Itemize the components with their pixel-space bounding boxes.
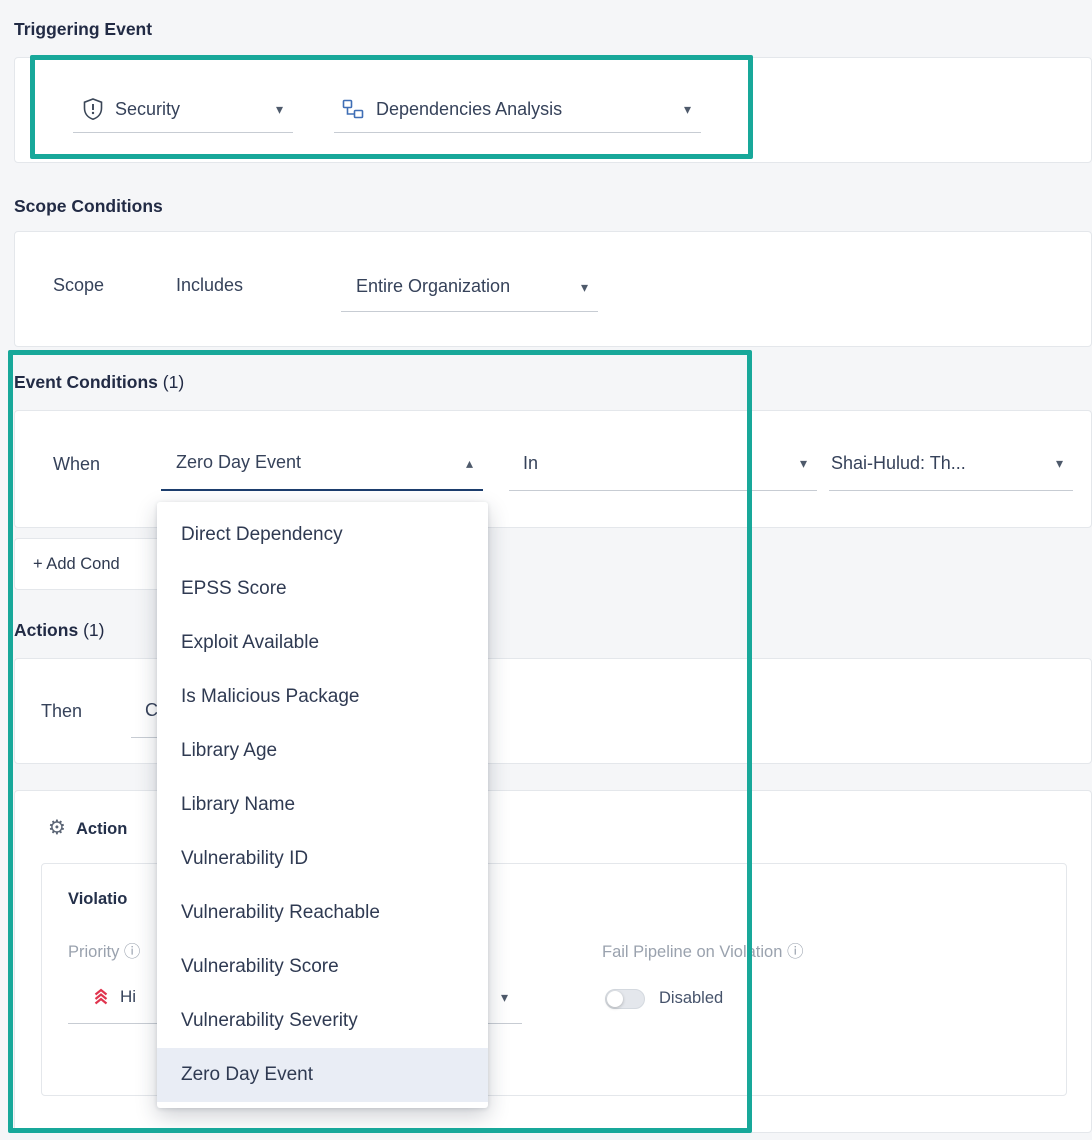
event-conditions-heading: Event Conditions (1)	[14, 372, 184, 393]
security-category-select[interactable]: Security ▾	[73, 86, 293, 133]
fail-pipeline-toggle[interactable]	[605, 989, 645, 1009]
menu-item-epss-score[interactable]: EPSS Score	[157, 562, 488, 616]
analysis-type-select[interactable]: Dependencies Analysis ▾	[334, 86, 701, 133]
select-value: In	[509, 453, 538, 474]
menu-item-library-age[interactable]: Library Age	[157, 724, 488, 778]
condition-type-select[interactable]: Zero Day Event ▴	[161, 436, 483, 491]
select-value: Shai-Hulud: Th...	[829, 453, 966, 474]
condition-operator-select[interactable]: In ▾	[509, 436, 817, 491]
action-card-title: Action	[76, 820, 127, 839]
chevron-down-icon: ▾	[501, 990, 522, 1004]
menu-item-vulnerability-score[interactable]: Vulnerability Score	[157, 940, 488, 994]
dependencies-icon	[334, 99, 364, 119]
menu-item-library-name[interactable]: Library Name	[157, 778, 488, 832]
scope-conditions-card: Scope Includes Entire Organization ▾	[14, 231, 1092, 347]
select-value: Zero Day Event	[161, 452, 301, 473]
scope-row-label: Scope	[53, 275, 104, 296]
chevron-down-icon: ▾	[800, 456, 817, 470]
menu-item-direct-dependency[interactable]: Direct Dependency	[157, 508, 488, 562]
scope-conditions-heading: Scope Conditions	[14, 196, 163, 217]
menu-item-vulnerability-reachable[interactable]: Vulnerability Reachable	[157, 886, 488, 940]
chevron-down-icon: ▾	[581, 280, 598, 294]
when-label: When	[53, 454, 100, 475]
menu-item-exploit-available[interactable]: Exploit Available	[157, 616, 488, 670]
priority-label: Priority ⓘ	[68, 938, 140, 962]
chevron-down-icon: ▾	[684, 102, 701, 116]
chevron-up-icon: ▴	[466, 456, 483, 470]
select-value: C	[131, 700, 158, 721]
select-value: Dependencies Analysis	[376, 99, 562, 120]
condition-type-dropdown-menu: Direct Dependency EPSS Score Exploit Ava…	[157, 502, 488, 1108]
triggering-event-heading: Triggering Event	[14, 19, 152, 40]
scope-select[interactable]: Entire Organization ▾	[341, 262, 598, 312]
select-value: Hi	[120, 987, 136, 1007]
scope-operator-label: Includes	[176, 275, 243, 296]
shield-icon	[73, 98, 103, 120]
chevron-down-icon: ▾	[1056, 456, 1073, 470]
menu-item-is-malicious-package[interactable]: Is Malicious Package	[157, 670, 488, 724]
toggle-state-label: Disabled	[659, 989, 723, 1008]
menu-item-vulnerability-id[interactable]: Vulnerability ID	[157, 832, 488, 886]
violation-card-title: Violatio	[68, 890, 127, 909]
triggering-event-card: Security ▾ Dependencies Analysis ▾	[14, 57, 1092, 163]
condition-value-select[interactable]: Shai-Hulud: Th... ▾	[829, 436, 1073, 491]
high-severity-icon	[68, 988, 110, 1006]
toggle-knob	[607, 991, 623, 1007]
chevron-down-icon: ▾	[276, 102, 293, 116]
then-label: Then	[41, 701, 82, 722]
select-value: Security	[115, 99, 180, 120]
menu-item-zero-day-event[interactable]: Zero Day Event	[157, 1048, 488, 1102]
fail-pipeline-label: Fail Pipeline on Violation ⓘ	[602, 938, 803, 962]
menu-item-vulnerability-severity[interactable]: Vulnerability Severity	[157, 994, 488, 1048]
policy-editor: Triggering Event Security ▾ Dependencies…	[0, 0, 1092, 1140]
actions-heading: Actions (1)	[14, 620, 104, 641]
gear-icon: ⚙	[48, 818, 66, 838]
select-value: Entire Organization	[341, 276, 510, 297]
